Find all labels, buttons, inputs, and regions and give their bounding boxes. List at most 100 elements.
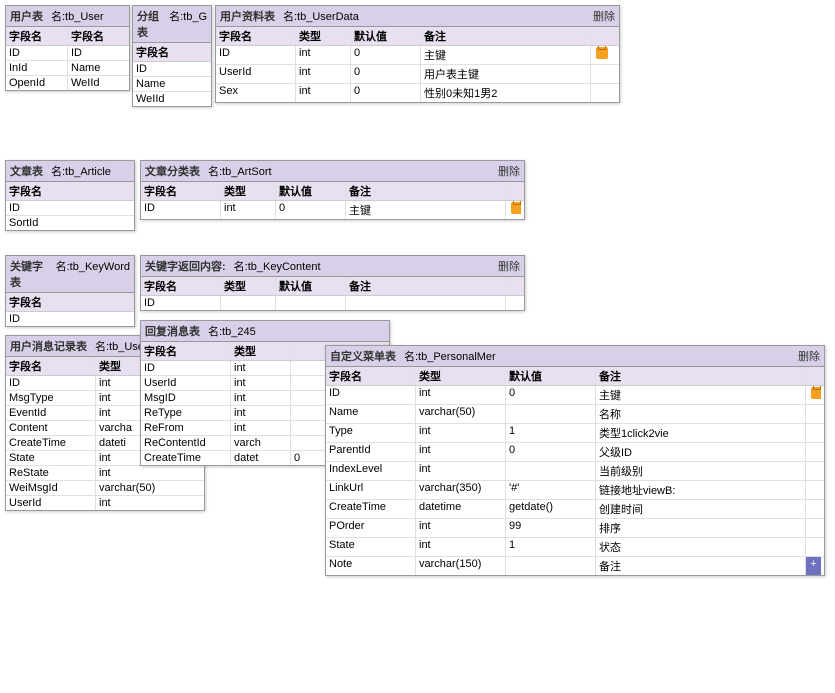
field-name: ID xyxy=(216,46,296,64)
artsort-table-panel: 文章分类表 名:tb_ArtSort 删除 字段名 类型 默认值 备注 ID i… xyxy=(140,160,525,220)
table-row: InId Name xyxy=(6,61,129,76)
field-name: ID xyxy=(6,312,136,326)
col-header xyxy=(506,277,521,295)
keycontent-table-header: 关键字返回内容: 名:tb_KeyContent 删除 xyxy=(141,256,524,277)
field-default: 0 xyxy=(351,46,421,64)
field-extra xyxy=(806,519,821,537)
table-row: ID xyxy=(141,296,524,310)
field-name: UserId xyxy=(141,376,231,390)
userdata-table-name: 名:tb_UserData xyxy=(283,8,359,24)
add-field-button[interactable]: + xyxy=(806,557,821,575)
table-row: UserId int xyxy=(6,496,204,510)
db-diagram: 用户表 名:tb_User 字段名 字段名 ID ID InId Name Op… xyxy=(0,0,835,693)
reply-table-header: 回复消息表 名:tb_245 xyxy=(141,321,389,342)
article-table-name: 名:tb_Article xyxy=(51,163,111,179)
personalmenu-table-name: 名:tb_PersonalMer xyxy=(404,348,496,364)
field-type: int xyxy=(231,376,291,390)
artsort-table-title: 文章分类表 xyxy=(145,163,200,179)
table-row: POrder int 99 排序 xyxy=(326,519,824,538)
field-name: WeIId xyxy=(133,92,213,106)
personalmenu-delete-button[interactable]: 删除 xyxy=(798,348,820,364)
field-lock xyxy=(591,46,611,64)
field-name: CreateTime xyxy=(141,451,231,465)
field-lock xyxy=(806,386,821,404)
col-header: 字段名 xyxy=(216,27,296,45)
field-type: varchar(50) xyxy=(96,481,196,495)
field-name: ID xyxy=(326,386,416,404)
article-table-panel: 文章表 名:tb_Article 字段名 ID SortId xyxy=(5,160,135,231)
col-header: 字段名 xyxy=(6,293,136,311)
field-name: State xyxy=(6,451,96,465)
field-name: ReContentId xyxy=(141,436,231,450)
field-type: int xyxy=(296,84,351,102)
artsort-table-header: 文章分类表 名:tb_ArtSort 删除 xyxy=(141,161,524,182)
field-note: 主键 xyxy=(346,201,506,219)
col-header: 备注 xyxy=(346,277,506,295)
col-header xyxy=(506,182,521,200)
field-name: POrder xyxy=(326,519,416,537)
col-header: 字段名 xyxy=(141,182,221,200)
table-row: ID xyxy=(6,201,134,216)
table-row: Name xyxy=(133,77,211,92)
field-default: 0 xyxy=(276,201,346,219)
reply-table-name: 名:tb_245 xyxy=(208,323,256,339)
lock-icon xyxy=(511,202,521,214)
field-extra xyxy=(806,481,821,499)
field-note: 创建时间 xyxy=(596,500,806,518)
field-name: Note xyxy=(326,557,416,575)
article-table-header: 文章表 名:tb_Article xyxy=(6,161,134,182)
col-header: 类型 xyxy=(231,342,291,360)
col-header: 字段名 xyxy=(6,27,68,45)
field-type: int xyxy=(416,538,506,556)
field-extra xyxy=(591,65,611,83)
table-row: WeIId xyxy=(133,92,211,106)
field-extra xyxy=(806,405,821,423)
field-name: CreateTime xyxy=(6,436,96,450)
col-header: 默认值 xyxy=(276,277,346,295)
field-name: ID xyxy=(141,361,231,375)
artsort-delete-button[interactable]: 删除 xyxy=(498,163,520,179)
field-name: CreateTime xyxy=(326,500,416,518)
col-header: 类型 xyxy=(221,277,276,295)
userdata-delete-button[interactable]: 删除 xyxy=(593,8,615,24)
personalmenu-table-panel: 自定义菜单表 名:tb_PersonalMer 删除 字段名 类型 默认值 备注… xyxy=(325,345,825,576)
field-name: Type xyxy=(326,424,416,442)
keycontent-delete-button[interactable]: 删除 xyxy=(498,258,520,274)
lock-icon xyxy=(596,47,608,59)
article-fields-header: 字段名 xyxy=(6,182,134,201)
user-table-panel: 用户表 名:tb_User 字段名 字段名 ID ID InId Name Op… xyxy=(5,5,130,91)
group-table-panel: 分组表 名:tb_G 字段名 ID Name WeIId xyxy=(132,5,212,107)
keyword-table-panel: 关键字表 名:tb_KeyWord 字段名 ID xyxy=(5,255,135,327)
field-name: OpenId xyxy=(6,76,68,90)
field-type: int xyxy=(416,443,506,461)
group-table-header: 分组表 名:tb_G xyxy=(133,6,211,43)
field-extra xyxy=(806,424,821,442)
group-table-name: 名:tb_G xyxy=(169,8,207,40)
keyword-fields-header: 字段名 xyxy=(6,293,134,312)
field-type: varch xyxy=(231,436,291,450)
field-name: MsgID xyxy=(141,391,231,405)
table-row: ID int 0 主键 xyxy=(216,46,619,65)
keycontent-table-title: 关键字返回内容: xyxy=(145,258,226,274)
personalmenu-table-header: 自定义菜单表 名:tb_PersonalMer 删除 xyxy=(326,346,824,367)
table-row: IndexLevel int 当前级别 xyxy=(326,462,824,481)
field-name: Name xyxy=(68,61,130,75)
reply-table-title: 回复消息表 xyxy=(145,323,200,339)
user-table-title: 用户表 xyxy=(10,8,43,24)
field-lock xyxy=(506,201,521,219)
field-type: datet xyxy=(231,451,291,465)
field-name: Content xyxy=(6,421,96,435)
artsort-table-name: 名:tb_ArtSort xyxy=(208,163,272,179)
table-row: ID xyxy=(6,312,134,326)
field-default xyxy=(506,557,596,575)
table-row: Sex int 0 性别0未知1男2 xyxy=(216,84,619,102)
user-table-name: 名:tb_User xyxy=(51,8,104,24)
table-row: ParentId int 0 父级ID xyxy=(326,443,824,462)
keycontent-table-name: 名:tb_KeyContent xyxy=(234,258,321,274)
field-type xyxy=(221,296,276,310)
field-name: ID xyxy=(141,201,221,219)
field-note: 状态 xyxy=(596,538,806,556)
col-header: 类型 xyxy=(416,367,506,385)
field-default: 99 xyxy=(506,519,596,537)
keyword-table-name: 名:tb_KeyWord xyxy=(56,258,130,290)
